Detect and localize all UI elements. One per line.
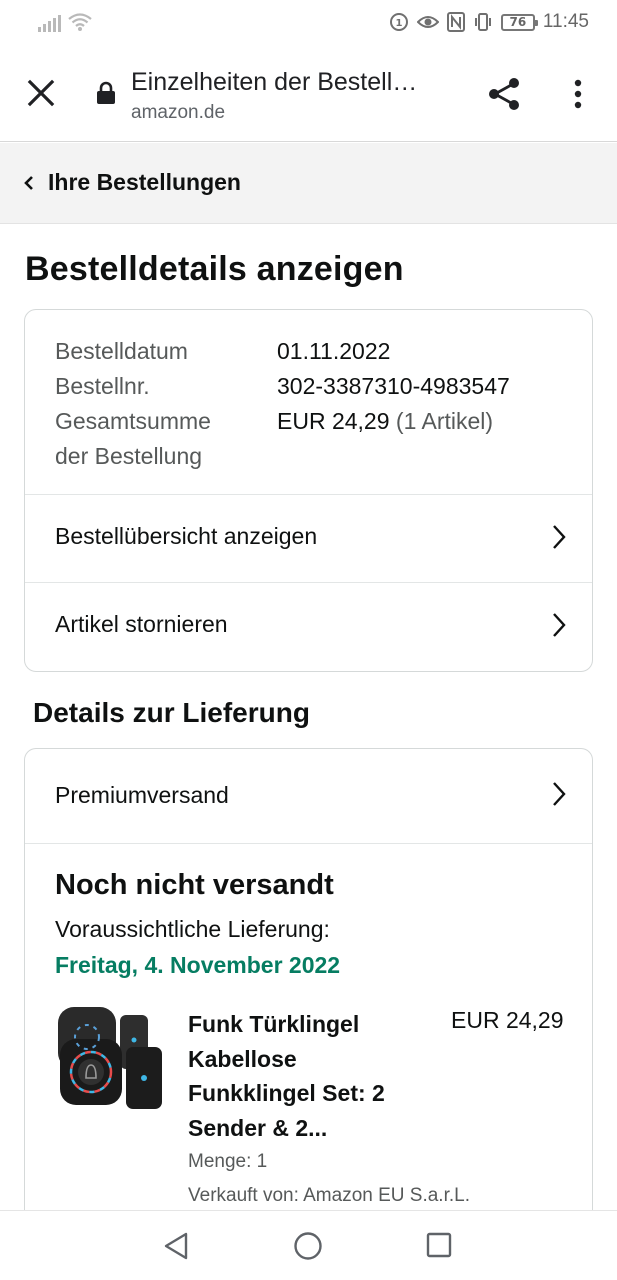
order-summary-link[interactable]: Bestellübersicht anzeigen bbox=[25, 494, 592, 582]
order-total-value: EUR 24,29 (1 Artikel) bbox=[277, 404, 493, 474]
order-date-label: Bestelldatum bbox=[55, 338, 188, 364]
more-vert-icon[interactable] bbox=[566, 76, 590, 112]
order-number-value: 302-3387310-4983547 bbox=[277, 373, 510, 399]
order-info-card: Bestelldatum 01.11.2022 Bestellnr. 302-3… bbox=[24, 309, 593, 672]
page-title-bar[interactable]: Einzelheiten der Bestell… bbox=[131, 68, 417, 97]
status-bar: 1 76 11:45 bbox=[0, 0, 617, 48]
page-heading: Bestelldetails anzeigen bbox=[25, 250, 404, 288]
order-total-row: Gesamtsumme der Bestellung EUR 24,29 (1 … bbox=[55, 404, 565, 474]
product-seller: Verkauft von: Amazon EU S.a.r.L. bbox=[188, 1185, 470, 1206]
shipping-method-link[interactable]: Premiumversand bbox=[25, 749, 592, 844]
clock: 11:45 bbox=[542, 11, 589, 32]
expected-delivery-date: Freitag, 4. November 2022 bbox=[55, 952, 341, 978]
back-triangle-icon[interactable] bbox=[162, 1231, 190, 1261]
order-date-row: Bestelldatum 01.11.2022 bbox=[55, 334, 565, 369]
browser-toolbar: Einzelheiten der Bestell… amazon.de bbox=[0, 48, 617, 142]
eye-comfort-icon bbox=[416, 16, 439, 28]
order-number-label: Bestellnr. bbox=[55, 373, 150, 399]
nfc-icon bbox=[446, 12, 465, 32]
order-total-amount: EUR 24,29 bbox=[277, 408, 390, 434]
order-total-label-line1: Gesamtsumme bbox=[55, 408, 211, 434]
share-icon[interactable] bbox=[486, 76, 522, 112]
order-number-row: Bestellnr. 302-3387310-4983547 bbox=[55, 369, 565, 404]
shipping-method-label[interactable]: Premiumversand bbox=[55, 782, 229, 809]
android-navigation-bar bbox=[0, 1210, 617, 1280]
home-circle-icon[interactable] bbox=[293, 1231, 323, 1261]
expected-delivery-label: Voraussichtliche Lieferung: bbox=[55, 916, 330, 942]
order-total-label: Gesamtsumme der Bestellung bbox=[55, 404, 277, 474]
battery-icon: 76 bbox=[500, 13, 538, 31]
status-right: 1 76 11:45 bbox=[389, 11, 589, 33]
order-total-items: (1 Artikel) bbox=[395, 408, 494, 434]
cancel-items-link[interactable]: Artikel stornieren bbox=[25, 582, 592, 670]
recents-square-icon[interactable] bbox=[426, 1232, 452, 1258]
product-image[interactable] bbox=[56, 1007, 166, 1109]
order-info: Bestelldatum 01.11.2022 Bestellnr. 302-3… bbox=[55, 334, 565, 474]
breadcrumb[interactable]: Ihre Bestellungen bbox=[0, 143, 617, 224]
url-text[interactable]: amazon.de bbox=[131, 102, 225, 124]
delivery-card: Premiumversand Noch nicht versandt Vorau… bbox=[24, 748, 593, 1268]
order-date-value: 01.11.2022 bbox=[277, 338, 391, 364]
signal-icon bbox=[38, 14, 61, 32]
order-total-label-line2: der Bestellung bbox=[55, 443, 203, 469]
svg-text:1: 1 bbox=[395, 18, 402, 29]
battery-level: 76 bbox=[509, 14, 527, 29]
status-left bbox=[38, 12, 93, 32]
product-price: EUR 24,29 bbox=[451, 1007, 564, 1033]
vibrate-icon bbox=[474, 13, 491, 31]
lock-icon[interactable] bbox=[96, 81, 116, 105]
close-icon[interactable] bbox=[24, 76, 58, 110]
breadcrumb-label[interactable]: Ihre Bestellungen bbox=[48, 169, 241, 196]
chevron-right-icon bbox=[553, 782, 566, 806]
chevron-right-icon bbox=[553, 525, 566, 549]
order-summary-label[interactable]: Bestellübersicht anzeigen bbox=[55, 523, 317, 550]
chevron-left-icon bbox=[24, 176, 33, 190]
data-saver-icon: 1 bbox=[389, 13, 408, 31]
cancel-items-label[interactable]: Artikel stornieren bbox=[55, 611, 228, 638]
product-title-link[interactable]: Funk Türklingel Kabellose Funkklingel Se… bbox=[188, 1007, 423, 1145]
chevron-right-icon bbox=[553, 613, 566, 637]
product-quantity: Menge: 1 bbox=[188, 1151, 268, 1172]
wifi-icon bbox=[68, 13, 92, 31]
delivery-section-title: Details zur Lieferung bbox=[33, 697, 310, 728]
shipment-status: Noch nicht versandt bbox=[55, 869, 334, 901]
